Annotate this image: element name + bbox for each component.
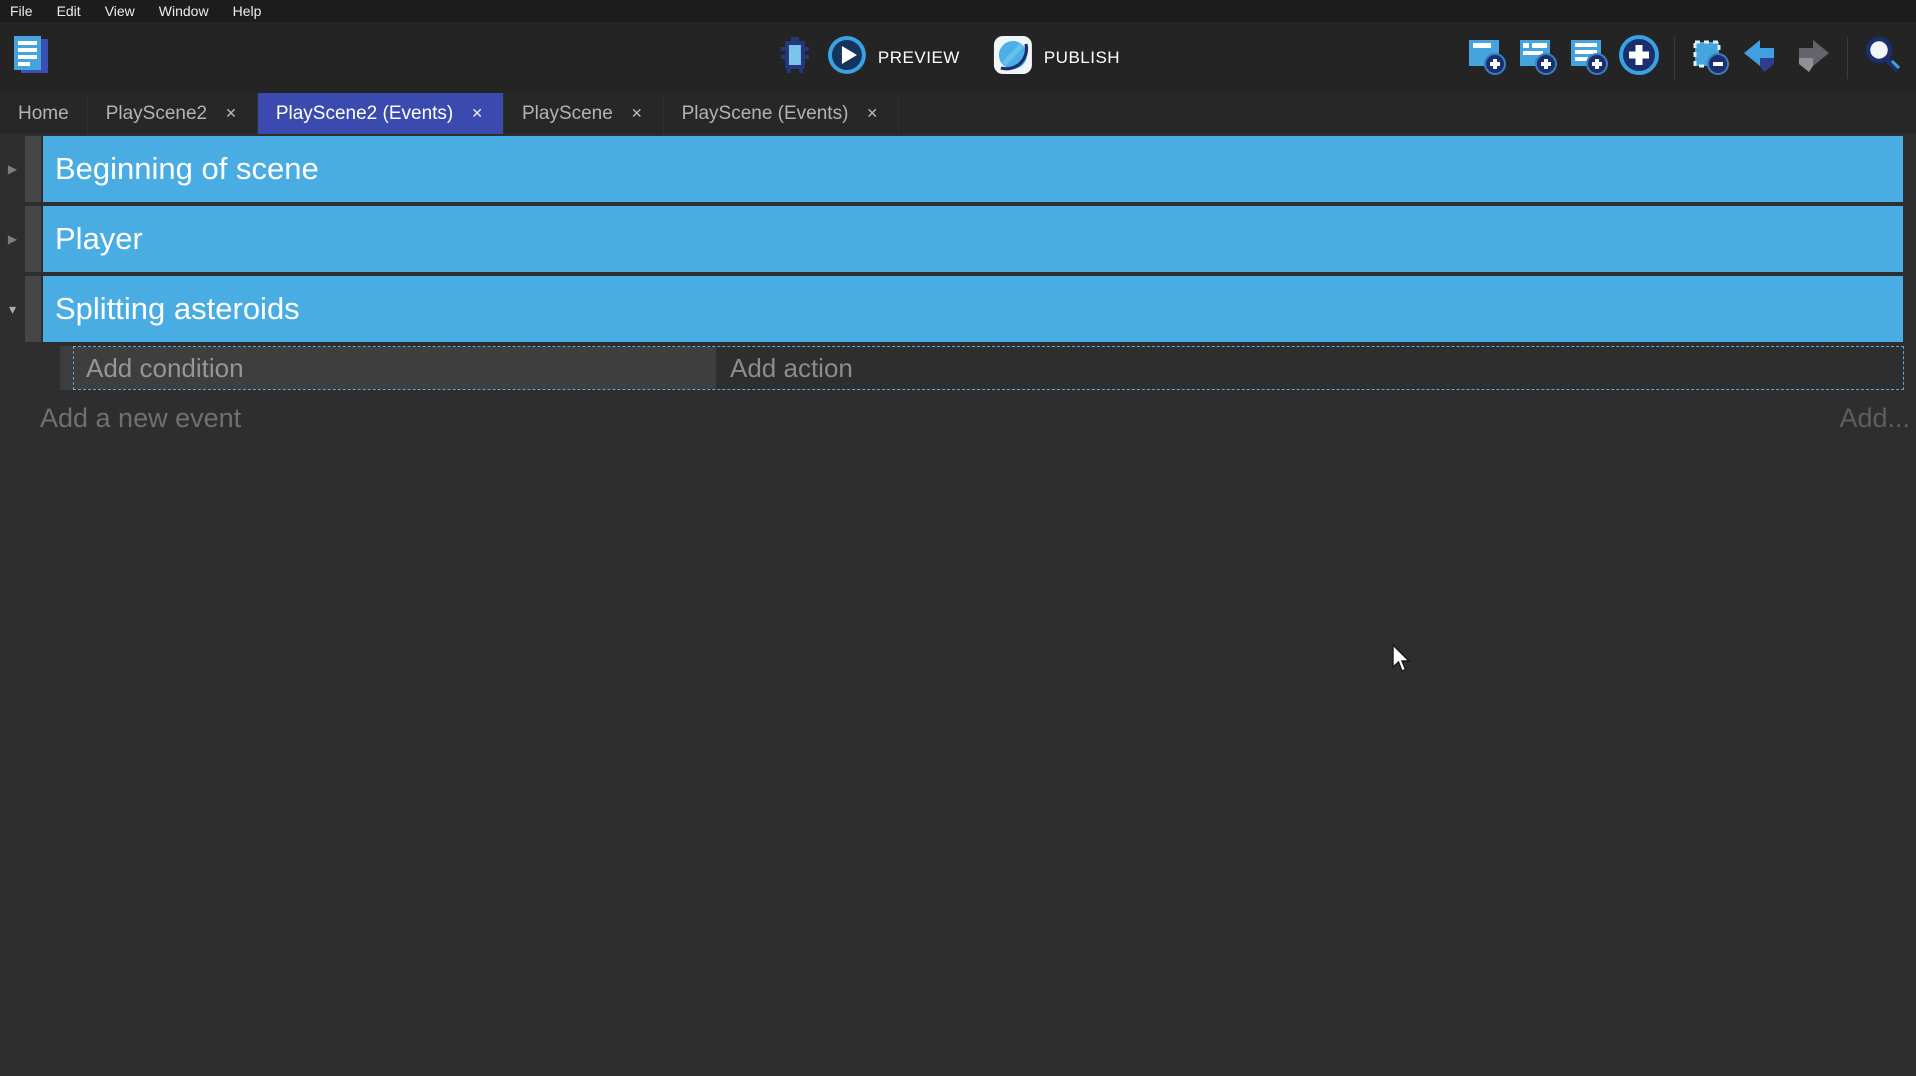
undo-icon <box>1740 34 1782 81</box>
event-drag-handle[interactable] <box>60 346 73 390</box>
chevron-down-icon[interactable]: ▾ <box>9 301 16 318</box>
event-group-row[interactable]: ▾ Splitting asteroids <box>0 276 1903 342</box>
add-event-icon <box>1465 34 1507 81</box>
menu-edit[interactable]: Edit <box>57 3 81 19</box>
chevron-right-icon[interactable]: ▶ <box>8 232 17 246</box>
add-comment-button[interactable] <box>1567 37 1609 79</box>
event-group-title: Beginning of scene <box>55 151 319 187</box>
mouse-cursor <box>1392 644 1414 679</box>
publish-button[interactable] <box>992 37 1034 79</box>
menu-file[interactable]: File <box>10 3 33 19</box>
event-group-block[interactable]: Beginning of scene <box>43 136 1903 202</box>
tab-label: PlayScene <box>522 103 613 125</box>
add-action-label: Add action <box>730 353 853 384</box>
main-toolbar: PREVIEW PUBLISH <box>0 22 1916 93</box>
menu-view[interactable]: View <box>105 3 135 19</box>
redo-button[interactable] <box>1791 37 1833 79</box>
publish-label[interactable]: PUBLISH <box>1044 48 1120 68</box>
add-more-button[interactable]: Add... <box>1839 403 1910 434</box>
delete-selection-button[interactable] <box>1689 37 1731 79</box>
add-subevent-button[interactable] <box>1516 37 1558 79</box>
close-tab-icon[interactable]: ✕ <box>469 103 485 124</box>
event-group-title: Splitting asteroids <box>55 291 300 327</box>
add-condition-label: Add condition <box>86 353 244 384</box>
tab-label: Home <box>18 103 69 125</box>
close-tab-icon[interactable]: ✕ <box>223 103 239 124</box>
event-drag-handle[interactable] <box>25 206 41 272</box>
fold-gutter: ▶ <box>0 136 25 202</box>
undo-button[interactable] <box>1740 37 1782 79</box>
search-icon <box>1862 34 1904 81</box>
search-events-button[interactable] <box>1862 37 1904 79</box>
tab-playscene2-events[interactable]: PlayScene2 (Events) ✕ <box>258 93 504 134</box>
event-group-title: Player <box>55 221 143 257</box>
event-group-row[interactable]: ▶ Beginning of scene <box>0 136 1903 202</box>
close-tab-icon[interactable]: ✕ <box>629 103 645 124</box>
events-footer: Add a new event Add... <box>40 403 1910 434</box>
publish-globe-icon <box>992 34 1034 81</box>
project-manager-icon <box>9 32 51 83</box>
tab-label: PlayScene (Events) <box>682 103 849 125</box>
chevron-right-icon[interactable]: ▶ <box>8 162 17 176</box>
add-circle-icon <box>1618 34 1660 81</box>
fold-gutter: ▾ <box>0 276 25 342</box>
toolbar-separator <box>1847 37 1848 79</box>
tab-home[interactable]: Home <box>0 93 88 134</box>
tab-label: PlayScene2 <box>106 103 207 125</box>
event-group-block[interactable]: Splitting asteroids <box>43 276 1903 342</box>
menu-help[interactable]: Help <box>233 3 262 19</box>
add-new-event-button[interactable]: Add a new event <box>40 403 241 434</box>
add-condition-button[interactable]: Add condition <box>74 347 716 389</box>
debugger-icon <box>775 35 815 80</box>
add-event-button[interactable] <box>1465 37 1507 79</box>
menu-window[interactable]: Window <box>159 3 209 19</box>
add-comment-icon <box>1567 34 1609 81</box>
events-sheet: ▶ Beginning of scene ▶ Player ▾ Splittin… <box>0 134 1916 434</box>
event-drag-handle[interactable] <box>25 136 41 202</box>
menu-bar: File Edit View Window Help <box>0 0 1916 22</box>
empty-event-row: Add condition Add action <box>60 346 1904 390</box>
preview-label[interactable]: PREVIEW <box>878 48 960 68</box>
tab-playscene2[interactable]: PlayScene2 ✕ <box>88 93 258 134</box>
condition-action-container: Add condition Add action <box>73 346 1904 390</box>
redo-icon <box>1791 34 1833 81</box>
delete-selection-icon <box>1689 34 1731 81</box>
event-drag-handle[interactable] <box>25 276 41 342</box>
debugger-button[interactable] <box>774 37 816 79</box>
close-tab-icon[interactable]: ✕ <box>864 103 880 124</box>
tab-playscene-events[interactable]: PlayScene (Events) ✕ <box>664 93 900 134</box>
add-action-button[interactable]: Add action <box>716 347 1903 389</box>
event-group-row[interactable]: ▶ Player <box>0 206 1903 272</box>
project-manager-button[interactable] <box>8 35 52 81</box>
tab-playscene[interactable]: PlayScene ✕ <box>504 93 664 134</box>
play-icon <box>826 34 868 81</box>
add-subevent-icon <box>1516 34 1558 81</box>
toolbar-separator <box>1674 37 1675 79</box>
choose-add-button[interactable] <box>1618 37 1660 79</box>
fold-gutter: ▶ <box>0 206 25 272</box>
preview-button[interactable] <box>826 37 868 79</box>
tab-label: PlayScene2 (Events) <box>276 103 453 125</box>
editor-tab-bar: Home PlayScene2 ✕ PlayScene2 (Events) ✕ … <box>0 93 1916 134</box>
event-group-block[interactable]: Player <box>43 206 1903 272</box>
